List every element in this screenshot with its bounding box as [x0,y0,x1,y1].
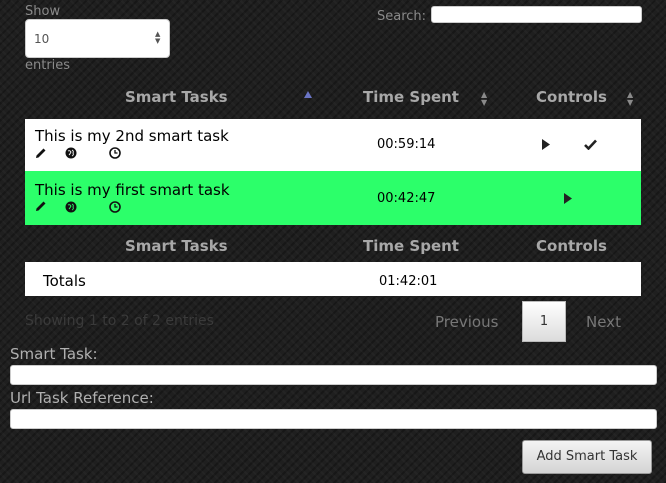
smart-task-label: Smart Task: [10,345,98,363]
entries-label: entries [25,58,71,73]
footer-header-time-spent: Time Spent [363,237,459,255]
entries-per-page-select[interactable]: 10 [25,19,170,58]
show-label: Show [25,4,61,19]
sort-both-icon: ▲ ▼ [627,90,634,107]
header-time-spent[interactable]: Time Spent [363,88,459,106]
footer-header-controls: Controls [536,237,607,255]
task-name[interactable]: This is my first smart task [35,181,230,199]
pagination-page-1[interactable]: 1 [522,301,566,342]
pencil-icon[interactable] [35,147,47,159]
url-reference-input[interactable] [10,409,657,429]
check-icon[interactable] [584,139,597,150]
time-spent: 00:42:47 [377,191,436,206]
globe-icon[interactable] [65,147,77,159]
totals-time: 01:42:01 [379,274,438,289]
globe-icon[interactable] [65,201,77,213]
table-row-highlighted: This is my first smart task 00:42:47 [25,171,641,225]
header-controls[interactable]: Controls [536,88,607,106]
task-name[interactable]: This is my 2nd smart task [35,127,229,145]
search-input[interactable] [431,6,642,23]
clock-icon[interactable] [109,147,121,159]
pencil-icon[interactable] [35,200,47,212]
add-smart-task-button[interactable]: Add Smart Task [522,440,652,474]
play-icon[interactable] [541,139,551,150]
pagination-next[interactable]: Next [586,313,621,331]
header-smart-tasks[interactable]: Smart Tasks [125,88,228,106]
smart-task-input[interactable] [10,365,657,385]
table-info: Showing 1 to 2 of 2 entries [25,313,214,329]
totals-row: Totals 01:42:01 [25,262,641,296]
search-label: Search: [377,9,427,24]
time-spent: 00:59:14 [377,137,436,152]
totals-label: Totals [43,272,86,290]
sort-asc-icon [304,91,312,98]
sort-both-icon: ▲ ▼ [481,90,488,107]
url-reference-label: Url Task Reference: [10,389,154,407]
pagination-previous[interactable]: Previous [435,313,498,331]
play-icon[interactable] [563,193,573,204]
clock-icon[interactable] [109,201,121,213]
footer-header-smart-tasks: Smart Tasks [125,237,228,255]
table-row: This is my 2nd smart task 00:59:14 [25,119,641,171]
